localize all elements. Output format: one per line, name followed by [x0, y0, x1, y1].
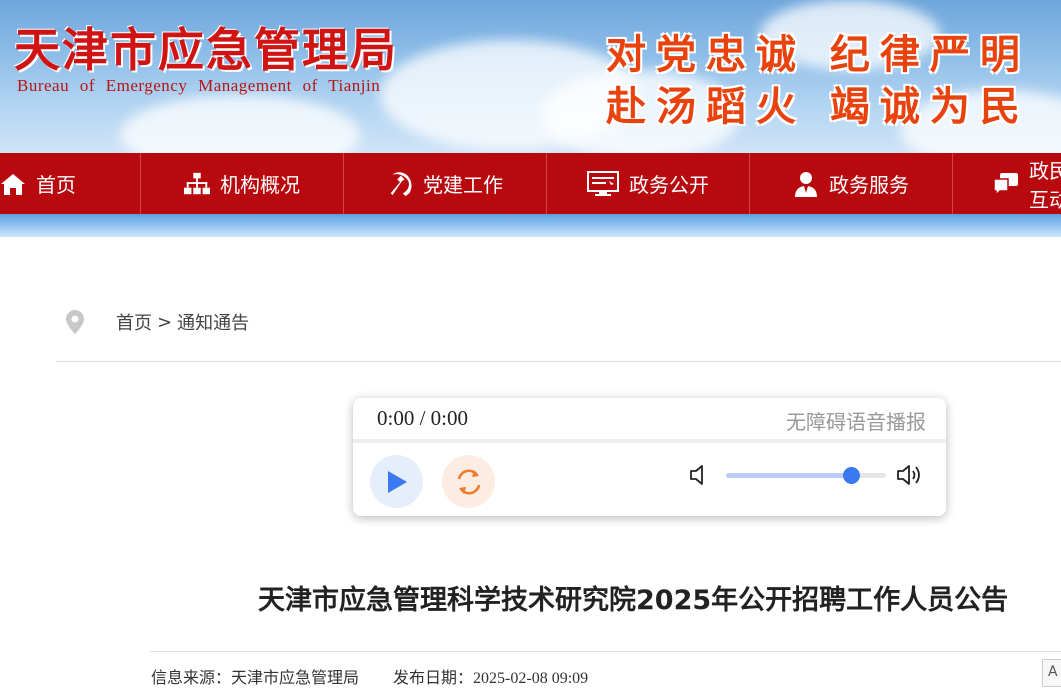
nav-item-label: 首页: [36, 173, 76, 197]
slogan-line-2: 赴汤蹈火 竭诚为民: [606, 83, 1030, 130]
user-service-icon: [793, 171, 819, 197]
breadcrumb-separator: >: [157, 311, 173, 333]
source-value: 天津市应急管理局: [231, 668, 360, 687]
volume-slider-fill: [726, 473, 851, 478]
location-pin-icon: [66, 310, 84, 334]
nav-item-label: 政务公开: [629, 173, 709, 197]
date-value: 2025-02-08 09:09: [473, 670, 589, 687]
nav-item-label: 政民互动: [1029, 158, 1061, 212]
nav-item-party-building[interactable]: 党建工作: [344, 153, 547, 214]
accessibility-voice-label: 无障碍语音播报: [786, 410, 926, 434]
article-title: 天津市应急管理科学技术研究院2025年公开招聘工作人员公告: [258, 585, 1009, 616]
breadcrumb: 首页 > 通知通告: [66, 308, 249, 336]
nav-item-government-affairs[interactable]: 政务公开: [547, 153, 750, 214]
refresh-icon: [457, 469, 480, 494]
nav-item-government-services[interactable]: 政务服务: [750, 153, 953, 214]
player-divider: [353, 439, 946, 443]
breadcrumb-home-link[interactable]: 首页: [116, 309, 152, 335]
slogan-line-1: 对党忠诚 纪律严明: [606, 31, 1030, 78]
volume-slider-thumb[interactable]: [842, 467, 860, 484]
audio-player: 0:00 / 0:00 无障碍语音播报: [353, 398, 946, 516]
site-title[interactable]: 天津市应急管理局: [14, 14, 398, 80]
org-chart-icon: [184, 171, 210, 197]
nav-item-interaction[interactable]: 政民互动: [953, 153, 1061, 214]
nav-item-label: 机构概况: [220, 173, 300, 197]
volume-high-icon[interactable]: [896, 463, 924, 487]
nav-item-label: 党建工作: [423, 173, 503, 197]
breadcrumb-current-link[interactable]: 通知通告: [177, 309, 249, 335]
replay-button[interactable]: [442, 455, 495, 508]
date-label: 发布日期：: [393, 668, 474, 687]
breadcrumb-divider: [56, 361, 1061, 362]
nav-decorative-strip: [0, 214, 1061, 237]
play-button[interactable]: [370, 455, 423, 508]
playback-time: 0:00 / 0:00: [377, 406, 469, 430]
volume-low-icon[interactable]: [689, 464, 709, 486]
nav-item-organization[interactable]: 机构概况: [141, 153, 344, 214]
cloud-decoration: [120, 95, 360, 153]
main-nav: 首页 机构概况 党建工作 政务公开 政务服务 政民互动: [0, 153, 1061, 214]
header-banner: 天津市应急管理局 Bureau of Emergency Management …: [0, 0, 1061, 153]
party-emblem-icon: [387, 171, 413, 197]
monitor-icon: [587, 170, 619, 197]
volume-slider[interactable]: [726, 467, 886, 484]
chat-icon: [993, 171, 1019, 197]
home-icon: [0, 171, 26, 197]
nav-item-label: 政务服务: [829, 173, 909, 197]
nav-item-home[interactable]: 首页: [0, 153, 141, 214]
article-meta-divider: [150, 651, 1061, 652]
site-subtitle: Bureau of Emergency Management of Tianji…: [17, 76, 381, 95]
play-icon: [387, 470, 407, 493]
font-size-button[interactable]: A: [1042, 659, 1061, 687]
article-meta: 信息来源：天津市应急管理局 发布日期：2025-02-08 09:09: [151, 664, 588, 688]
source-label: 信息来源：: [151, 668, 232, 687]
